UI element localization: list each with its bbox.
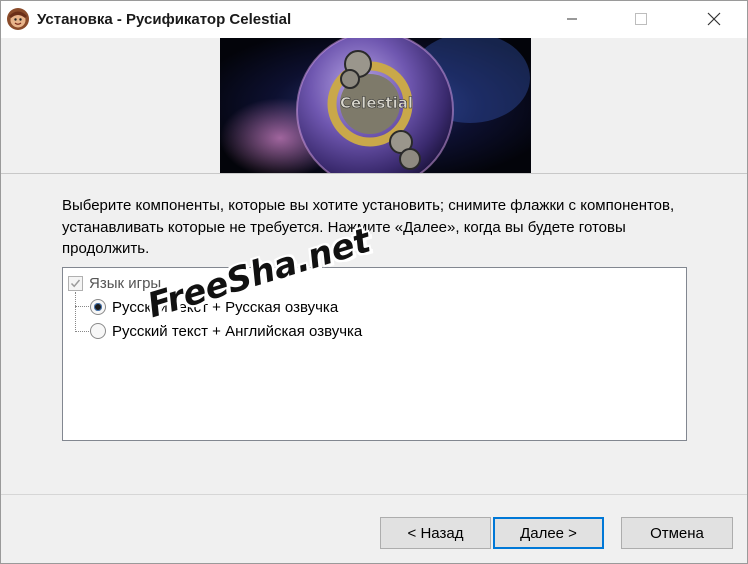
checkmark-icon: [70, 279, 81, 287]
radio-button-selected[interactable]: [90, 299, 106, 315]
celestial-banner-image: Celestial: [220, 38, 531, 173]
banner-logo-text: Celestial: [340, 94, 413, 112]
title-bar[interactable]: Установка - Русификатор Celestial: [1, 1, 747, 38]
maximize-icon: [635, 13, 647, 25]
maximize-button[interactable]: [618, 1, 664, 37]
minimize-button[interactable]: [549, 1, 595, 37]
option-label: Русский текст + Английская озвучка: [112, 322, 363, 340]
radio-dot: [94, 303, 102, 311]
cancel-button[interactable]: Отмена: [621, 517, 733, 549]
radio-button[interactable]: [90, 323, 106, 339]
close-icon: [707, 12, 721, 26]
header-banner: Celestial: [1, 38, 747, 174]
window-title: Установка - Русификатор Celestial: [37, 11, 292, 28]
tree-connector: [75, 292, 76, 332]
minimize-icon: [567, 18, 577, 20]
installer-window: Установка - Русификатор Celestial Celest…: [0, 0, 748, 564]
instruction-text: Выберите компоненты, которые вы хотите у…: [62, 197, 675, 257]
back-button[interactable]: < Назад: [380, 517, 491, 549]
option-ru-text-en-voice[interactable]: Русский текст + Английская озвучка: [90, 321, 362, 341]
installer-app-icon: [7, 8, 29, 30]
footer-divider: [1, 494, 747, 495]
tree-connector: [75, 306, 89, 307]
tree-connector: [75, 331, 89, 332]
group-checkbox[interactable]: [68, 275, 83, 291]
close-button[interactable]: [691, 1, 737, 37]
next-button[interactable]: Далее >: [493, 517, 604, 549]
